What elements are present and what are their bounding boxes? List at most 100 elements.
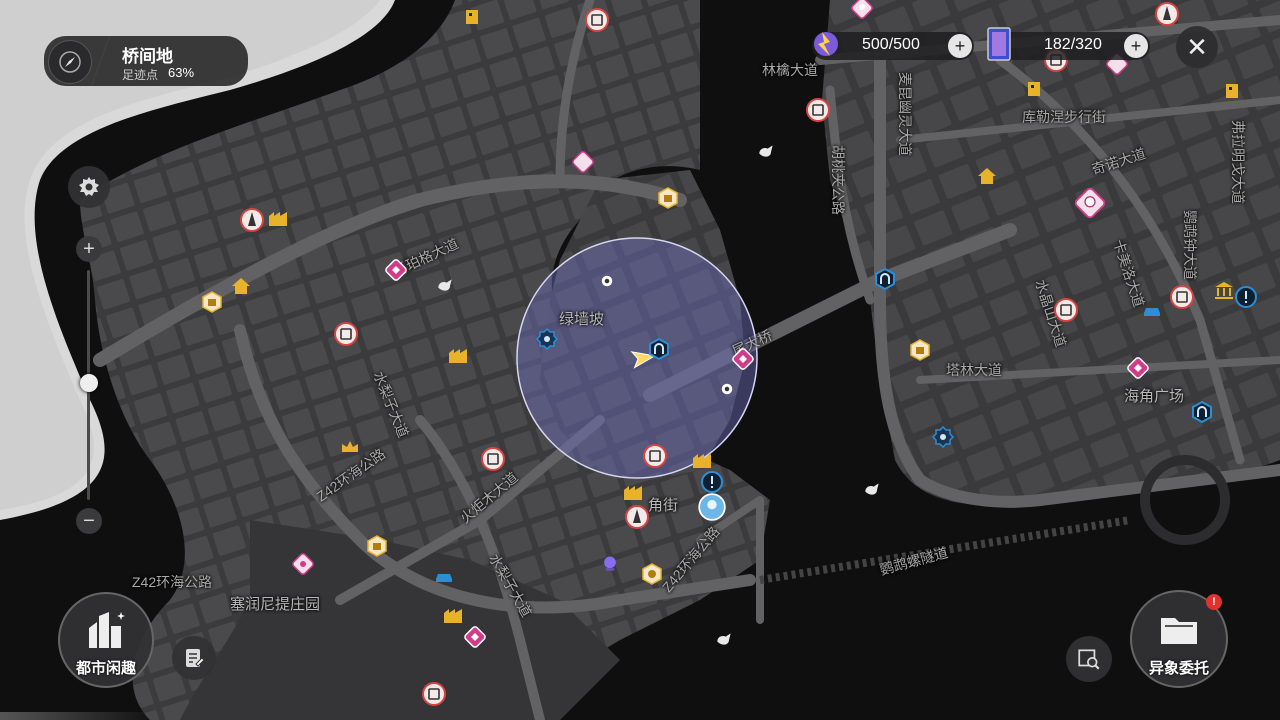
bottom-shade	[0, 712, 160, 720]
gold-crown-icon[interactable]	[338, 434, 362, 458]
place-label: 角街	[648, 497, 679, 514]
progress-label: 足迹点	[122, 68, 159, 82]
location-panel[interactable]: 桥间地 足迹点 63%	[44, 36, 248, 86]
npc-marker-icon[interactable]	[718, 380, 736, 398]
street-label: 塔林大道	[946, 362, 1002, 378]
pink-event-marker-icon[interactable]	[571, 150, 595, 174]
shop-marker-icon[interactable]	[422, 682, 446, 706]
gold-house-icon[interactable]	[975, 164, 999, 188]
character-avatar-icon[interactable]	[698, 493, 726, 521]
zoom-in-button[interactable]: +	[76, 236, 102, 262]
character-marker-icon[interactable]	[1075, 188, 1105, 218]
blue-portal-marker-icon[interactable]	[1190, 400, 1214, 424]
bangboo-marker-icon[interactable]	[862, 480, 882, 500]
shop-marker-icon[interactable]	[334, 322, 358, 346]
gold-building-icon[interactable]	[266, 206, 290, 230]
card-resource: 182/320 +	[987, 27, 1150, 61]
alert-icon: !	[1212, 595, 1216, 608]
energy-resource: 500/500 +	[812, 32, 974, 60]
energy-value: 500/500	[862, 36, 920, 53]
map-search-button[interactable]	[1066, 636, 1112, 682]
add-card-button[interactable]: +	[1124, 34, 1148, 58]
minus-icon: −	[83, 510, 95, 532]
card-icon	[984, 24, 1014, 64]
street-label: 库勒涅步行街	[1022, 109, 1106, 125]
shop-marker-icon[interactable]	[481, 447, 505, 471]
map-screen: 林檎大道 麦昆幽灵大道 胡桃夹公路 库勒涅步行街 奇诺大道 弗拉明戈大道 鹦鹉钟…	[0, 0, 1280, 720]
gold-building-icon[interactable]	[621, 480, 645, 504]
place-label: 塞润尼提庄园	[230, 596, 321, 613]
street-label: 鹦鹉钟大道	[1182, 210, 1198, 280]
close-icon: ✕	[1186, 32, 1208, 62]
gold-building-icon[interactable]	[690, 448, 714, 472]
zoom-out-button[interactable]: −	[76, 508, 102, 534]
zoom-slider-handle[interactable]	[80, 374, 98, 392]
plus-icon: +	[954, 36, 966, 56]
street-label: 弗拉明戈大道	[1230, 120, 1246, 204]
progress-value: 63%	[168, 65, 195, 80]
bangboo-marker-icon[interactable]	[756, 142, 776, 162]
gold-box-marker-icon[interactable]	[365, 534, 389, 558]
folder-icon	[1161, 618, 1197, 644]
gear-icon	[79, 177, 99, 196]
gold-tower-icon[interactable]	[1220, 78, 1244, 102]
pink-event-marker-icon[interactable]	[384, 258, 408, 282]
energy-icon	[804, 24, 844, 64]
city-icon	[89, 612, 125, 648]
gold-house-icon[interactable]	[229, 274, 253, 298]
blue-portal-marker-icon[interactable]	[647, 337, 671, 361]
tower-marker-icon[interactable]	[625, 505, 649, 529]
pink-event-marker-icon[interactable]	[1126, 356, 1150, 380]
shop-marker-icon[interactable]	[1170, 285, 1194, 309]
place-label: 海角广场	[1124, 388, 1185, 405]
gold-box-marker-icon[interactable]	[640, 562, 664, 586]
gold-building-icon[interactable]	[441, 603, 465, 627]
gold-box-marker-icon[interactable]	[200, 290, 224, 314]
street-label: Z42环海公路	[132, 574, 213, 590]
purple-orb-icon[interactable]	[600, 554, 620, 574]
shop-marker-icon[interactable]	[643, 444, 667, 468]
pink-event-marker-icon[interactable]	[291, 552, 315, 576]
add-energy-button[interactable]: +	[948, 34, 972, 58]
close-button[interactable]: ✕	[1176, 26, 1218, 68]
pink-event-marker-icon[interactable]	[463, 625, 487, 649]
blue-gear-marker-icon[interactable]	[535, 327, 559, 351]
tower-marker-icon[interactable]	[1155, 2, 1179, 26]
blue-portal-marker-icon[interactable]	[873, 267, 897, 291]
blue-gear-marker-icon[interactable]	[931, 425, 955, 449]
pink-event-marker-icon[interactable]	[731, 347, 755, 371]
map-search-icon	[1078, 649, 1100, 670]
compass-icon	[59, 51, 81, 73]
street-label: 胡桃夹公路	[830, 145, 846, 215]
gold-temple-icon[interactable]	[1212, 278, 1236, 302]
gold-building-icon[interactable]	[446, 343, 470, 367]
blue-quest-icon[interactable]	[1234, 285, 1258, 309]
street-label: 麦昆幽灵大道	[897, 72, 913, 156]
plus-icon: +	[83, 238, 95, 260]
city-fun-button[interactable]: 都市闲趣	[58, 592, 154, 688]
notification-badge: !	[1206, 594, 1222, 610]
shop-marker-icon[interactable]	[585, 8, 609, 32]
npc-marker-icon[interactable]	[598, 272, 616, 290]
character-marker-icon[interactable]	[850, 0, 874, 20]
shop-marker-icon[interactable]	[806, 98, 830, 122]
compass-button[interactable]	[48, 40, 92, 84]
commission-label: 异象委托	[1148, 660, 1209, 677]
location-name: 桥间地	[122, 47, 173, 66]
gold-tower-icon[interactable]	[1022, 76, 1046, 100]
city-fun-label: 都市闲趣	[75, 660, 136, 677]
bangboo-marker-icon[interactable]	[435, 276, 455, 296]
gold-tower-icon[interactable]	[460, 4, 484, 28]
card-value: 182/320	[1044, 36, 1102, 53]
gold-box-marker-icon[interactable]	[656, 186, 680, 210]
bangboo-marker-icon[interactable]	[714, 630, 734, 650]
blue-quest-icon[interactable]	[700, 470, 724, 494]
blue-car-icon[interactable]	[1140, 298, 1164, 322]
notes-icon	[186, 649, 205, 667]
shop-marker-icon[interactable]	[1054, 298, 1078, 322]
blue-car-icon[interactable]	[432, 564, 456, 588]
gold-box-marker-icon[interactable]	[908, 338, 932, 362]
settings-button[interactable]	[68, 166, 110, 208]
tower-marker-icon[interactable]	[240, 208, 264, 232]
notes-button[interactable]	[172, 636, 216, 680]
